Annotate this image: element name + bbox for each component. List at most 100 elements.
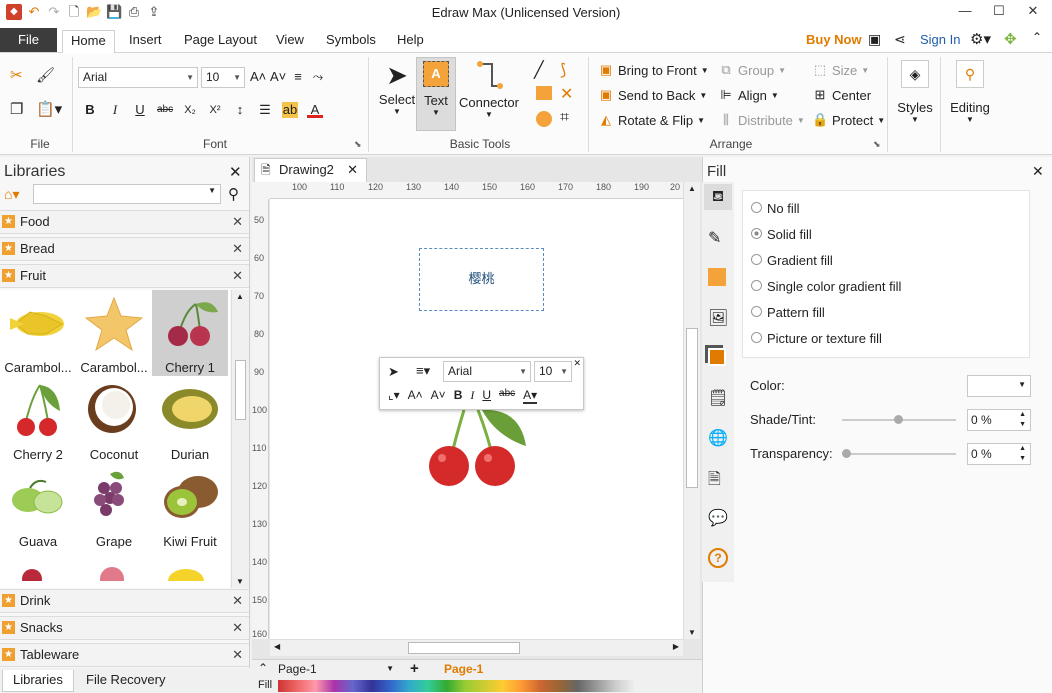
transparency-slider-track[interactable] <box>842 449 956 458</box>
copy-icon[interactable]: ❐ <box>10 100 23 118</box>
radio-solid-fill[interactable]: Solid fill <box>751 227 812 242</box>
close-icon[interactable]: ✕ <box>347 159 358 181</box>
shape-carambola-2[interactable]: Carambol... <box>76 290 152 376</box>
text-tool-button[interactable]: A Text ▼ <box>416 57 456 131</box>
bold-button[interactable]: B <box>82 102 98 118</box>
globe-icon[interactable]: 🌐 <box>708 428 728 448</box>
ribbon-collapse-icon[interactable]: ⌃ <box>1032 30 1042 44</box>
bring-to-front-button[interactable]: ▣ Bring to Front ▼ <box>598 62 709 78</box>
italic-button[interactable]: I <box>470 388 474 404</box>
shadow-icon[interactable] <box>708 268 726 286</box>
plugin-icon[interactable]: ✥ <box>1004 30 1017 48</box>
transparency-slider-thumb[interactable] <box>842 449 851 458</box>
attachment-icon[interactable]: 🗎 <box>708 468 721 495</box>
line-style-icon[interactable]: ✎ <box>708 228 721 248</box>
transparency-value-input[interactable]: 0 % ▲ ▼ <box>967 443 1031 465</box>
tab-page-layout[interactable]: Page Layout <box>176 30 265 52</box>
library-category-fruit[interactable]: ★ Fruit ✕ <box>0 264 249 288</box>
cut-icon[interactable]: ✂ <box>10 66 23 84</box>
fill-bucket-icon[interactable]: ⛾ <box>704 184 732 210</box>
crop-tool-icon[interactable]: ⌗ <box>560 109 569 127</box>
scroll-right-icon[interactable]: ▶ <box>673 642 679 651</box>
document-tab[interactable]: 🗎 Drawing2 ✕ <box>254 158 367 182</box>
format-painter-icon[interactable]: 🖌 <box>36 66 55 84</box>
bullets-icon[interactable]: ☰ <box>257 102 273 118</box>
file-tab[interactable]: File <box>0 28 57 52</box>
add-page-icon[interactable]: + <box>410 660 419 677</box>
distribute-button[interactable]: ⫼ Distribute ▼ <box>718 112 805 128</box>
paste-icon[interactable]: 📋▾ <box>36 100 62 118</box>
radio-pattern-fill[interactable]: Pattern fill <box>751 305 825 320</box>
library-category-drink[interactable]: ★ Drink ✕ <box>0 589 249 613</box>
send-to-back-button[interactable]: ▣ Send to Back ▼ <box>598 87 707 103</box>
decrease-font-icon[interactable]: A˅ <box>270 69 286 85</box>
spinner-icon[interactable]: ▲ ▼ <box>1019 444 1026 464</box>
superscript-button[interactable]: X² <box>207 102 223 118</box>
radio-single-color-gradient-fill[interactable]: Single color gradient fill <box>751 279 901 294</box>
dialog-launcher-icon[interactable]: ⬊ <box>873 139 881 150</box>
styles-button[interactable]: ◈ Styles ▼ <box>892 60 938 140</box>
canvas-horizontal-scrollbar[interactable]: ◀ ▶ <box>270 639 683 656</box>
close-icon[interactable]: ✕ <box>232 644 243 666</box>
cherry-shape[interactable] <box>420 406 530 490</box>
subscript-button[interactable]: X₂ <box>182 102 198 118</box>
scroll-up-icon[interactable]: ▲ <box>236 292 244 301</box>
rotate-flip-button[interactable]: ◭ Rotate & Flip ▼ <box>598 112 705 128</box>
library-category-bread[interactable]: ★ Bread ✕ <box>0 237 249 261</box>
tab-file-recovery[interactable]: File Recovery <box>76 670 175 692</box>
minimize-button[interactable]: — <box>948 0 982 24</box>
font-size-select[interactable]: 10 ▼ <box>201 67 245 88</box>
shape-partial-1[interactable] <box>0 551 76 588</box>
settings-gear-icon[interactable]: ⚙▾ <box>970 30 991 48</box>
scroll-down-icon[interactable]: ▼ <box>236 577 244 586</box>
line-spacing-icon[interactable]: ↕ <box>232 102 248 118</box>
text-align-icon[interactable]: ≡ <box>290 69 306 85</box>
ellipse-tool-icon[interactable] <box>536 111 552 127</box>
page-properties-icon[interactable]: 🗒 <box>708 388 728 408</box>
size-button[interactable]: ⬚ Size ▼ <box>812 62 869 78</box>
decrease-font-icon[interactable]: A˅ <box>431 388 446 404</box>
scroll-thumb[interactable] <box>686 328 698 488</box>
highlight-icon[interactable]: ab <box>282 102 298 118</box>
tab-insert[interactable]: Insert <box>121 30 170 52</box>
increase-font-icon[interactable]: A˄ <box>408 388 423 404</box>
close-icon[interactable]: ✕ <box>229 163 242 181</box>
dialog-launcher-icon[interactable]: ⬊ <box>354 139 362 150</box>
cross-tool-icon[interactable]: ✕ <box>560 84 573 104</box>
increase-font-icon[interactable]: A˄ <box>250 69 266 85</box>
canvas-vertical-scrollbar[interactable]: ▲ ▼ <box>683 182 700 639</box>
underline-button[interactable]: U <box>132 102 148 118</box>
library-search-input[interactable]: ▼ <box>33 184 221 204</box>
comment-icon[interactable]: 💬 <box>708 508 728 528</box>
share-icon[interactable]: ⋖ <box>894 31 906 48</box>
tab-page-1[interactable]: Page-1 <box>444 662 483 676</box>
tab-symbols[interactable]: Symbols <box>318 30 384 52</box>
editing-button[interactable]: ⚲ Editing ▼ <box>945 60 995 140</box>
align-button[interactable]: ⊫ Align ▼ <box>718 87 779 103</box>
shape-kiwi-fruit[interactable]: Kiwi Fruit <box>152 464 228 550</box>
shape-guava[interactable]: Guava <box>0 464 76 550</box>
font-color-icon[interactable]: A▾ <box>523 388 538 404</box>
scroll-up-icon[interactable]: ▲ <box>688 184 696 193</box>
strikethrough-button[interactable]: abc <box>499 388 515 404</box>
close-icon[interactable]: ✕ <box>232 617 243 639</box>
close-icon[interactable]: ✕ <box>573 358 581 369</box>
close-icon[interactable]: ✕ <box>232 238 243 260</box>
shade-slider-track[interactable] <box>842 415 956 424</box>
spinner-icon[interactable]: ▲ ▼ <box>1019 410 1026 430</box>
search-icon[interactable]: ⚲ <box>228 185 239 203</box>
select-tool-button[interactable]: ➤ Select ▼ <box>378 58 416 130</box>
connector-tool-button[interactable]: Connector ▼ <box>458 58 520 130</box>
connector-icon[interactable]: ⌞▾ <box>388 388 400 404</box>
shape-grape[interactable]: Grape <box>76 464 152 550</box>
home-icon[interactable]: ⌂▾ <box>4 186 19 203</box>
text-align-icon[interactable]: ≡▾ <box>416 363 430 379</box>
float-font-select[interactable]: Arial ▼ <box>443 361 531 382</box>
close-icon[interactable]: ✕ <box>1032 163 1044 180</box>
shade-slider-thumb[interactable] <box>894 415 903 424</box>
close-icon[interactable]: ✕ <box>232 590 243 612</box>
bold-button[interactable]: B <box>454 388 463 404</box>
scroll-down-icon[interactable]: ▼ <box>688 628 696 637</box>
arc-tool-icon[interactable]: ⟆ <box>560 60 566 80</box>
shade-value-input[interactable]: 0 % ▲ ▼ <box>967 409 1031 431</box>
